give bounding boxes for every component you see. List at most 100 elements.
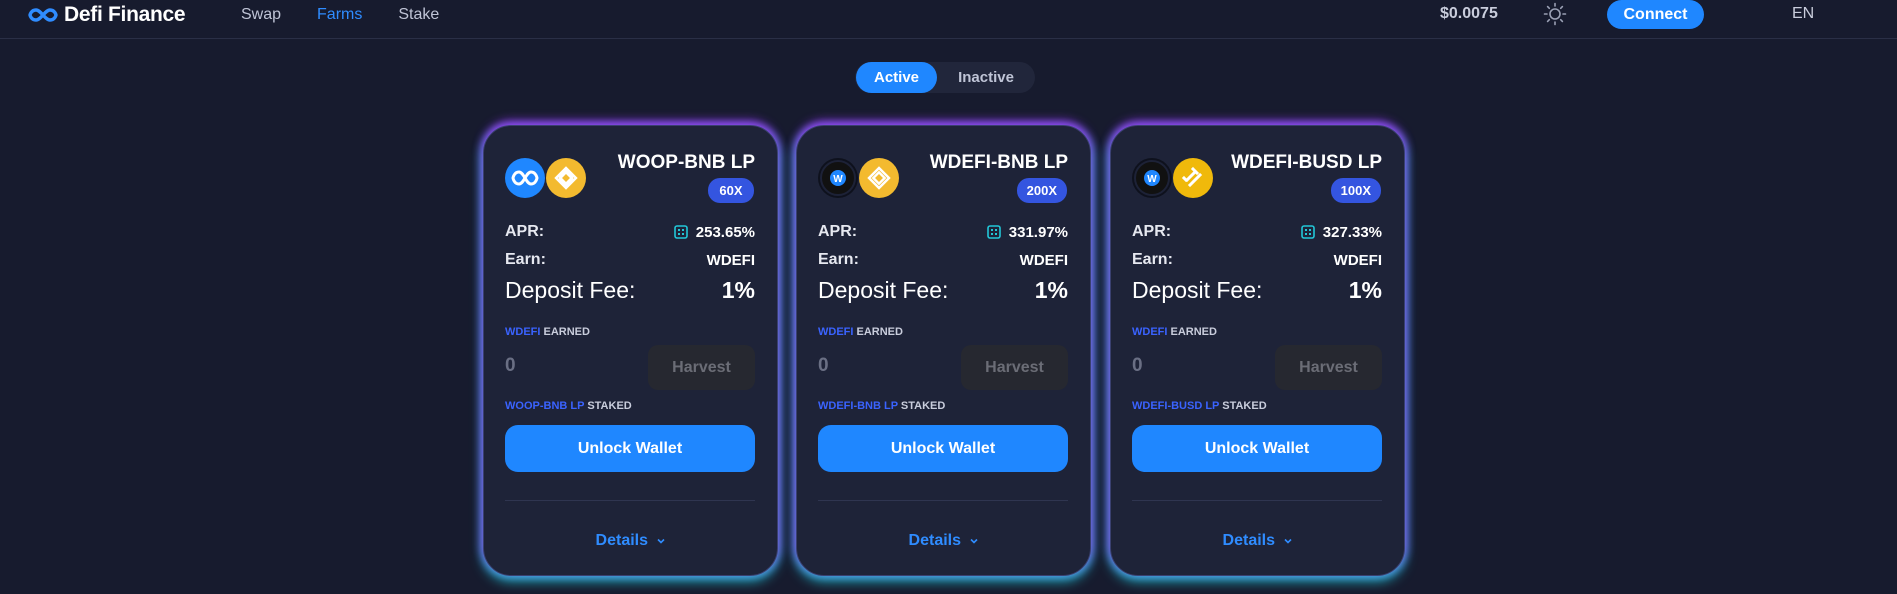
earn-label: Earn: bbox=[1132, 251, 1173, 268]
divider bbox=[818, 500, 1068, 501]
woop-infinity-icon bbox=[505, 158, 545, 198]
calculator-icon[interactable] bbox=[673, 225, 688, 239]
deposit-fee-row: Deposit Fee: 1% bbox=[818, 277, 1068, 304]
nav-farms[interactable]: Farms bbox=[317, 5, 362, 25]
deposit-fee-row: Deposit Fee: 1% bbox=[1132, 277, 1382, 304]
calculator-icon[interactable] bbox=[986, 225, 1001, 239]
deposit-fee-value: 1% bbox=[1348, 277, 1382, 303]
staked-label: WDEFI-BNB LP STAKED bbox=[818, 400, 945, 412]
nav-stake[interactable]: Stake bbox=[398, 5, 439, 25]
farm-pair-name: WDEFI-BUSD LP bbox=[1231, 152, 1382, 173]
earned-label: WDEFI EARNED bbox=[1132, 326, 1217, 338]
farm-pair-name: WDEFI-BNB LP bbox=[929, 152, 1068, 173]
harvest-button[interactable]: Harvest bbox=[1275, 345, 1382, 390]
deposit-fee-label: Deposit Fee: bbox=[818, 277, 949, 303]
deposit-fee-value: 1% bbox=[1034, 277, 1068, 303]
multiplier-badge: 60X bbox=[708, 178, 754, 203]
unlock-wallet-button[interactable]: Unlock Wallet bbox=[1132, 425, 1382, 472]
svg-text:W: W bbox=[1147, 174, 1157, 185]
details-label: Details bbox=[1222, 532, 1275, 549]
divider bbox=[505, 500, 755, 501]
staked-label: WDEFI-BUSD LP STAKED bbox=[1132, 400, 1267, 412]
staked-token: WDEFI-BNB LP bbox=[818, 400, 898, 412]
earned-token: WDEFI bbox=[818, 326, 854, 338]
earn-value: WDEFI bbox=[1019, 251, 1068, 269]
tab-inactive[interactable]: Inactive bbox=[939, 62, 1033, 93]
earned-label: WDEFI EARNED bbox=[505, 326, 590, 338]
apr-row: APR: 331.97% bbox=[818, 223, 1068, 241]
connect-button[interactable]: Connect bbox=[1607, 0, 1704, 29]
tab-active[interactable]: Active bbox=[856, 62, 937, 93]
theme-toggle[interactable] bbox=[1543, 2, 1567, 26]
apr-row: APR: 327.33% bbox=[1132, 223, 1382, 241]
earn-row: Earn: WDEFI bbox=[1132, 251, 1382, 269]
token-price: $0.0075 bbox=[1440, 5, 1498, 22]
logo-text: Defi Finance bbox=[64, 3, 186, 26]
earn-label: Earn: bbox=[818, 251, 859, 268]
deposit-fee-row: Deposit Fee: 1% bbox=[505, 277, 755, 304]
details-toggle[interactable]: Details bbox=[484, 532, 777, 550]
earned-suffix: EARNED bbox=[856, 326, 903, 338]
chevron-down-icon bbox=[1284, 538, 1293, 544]
chevron-down-icon bbox=[657, 538, 666, 544]
deposit-fee-label: Deposit Fee: bbox=[1132, 277, 1263, 303]
svg-text:W: W bbox=[833, 174, 843, 185]
apr-value: 327.33% bbox=[1322, 223, 1382, 241]
staked-label: WOOP-BNB LP STAKED bbox=[505, 400, 632, 412]
staked-suffix: STAKED bbox=[587, 400, 632, 412]
token-pair-icons: W bbox=[818, 158, 908, 200]
earn-value: WDEFI bbox=[1333, 251, 1382, 269]
details-label: Details bbox=[908, 532, 961, 549]
sun-icon bbox=[1543, 2, 1567, 26]
multiplier-badge: 100X bbox=[1330, 178, 1381, 203]
details-toggle[interactable]: Details bbox=[797, 532, 1090, 550]
details-toggle[interactable]: Details bbox=[1111, 532, 1404, 550]
earned-token: WDEFI bbox=[1132, 326, 1168, 338]
token-pair-icons: W bbox=[1132, 158, 1222, 200]
earned-token: WDEFI bbox=[505, 326, 541, 338]
language-selector[interactable]: EN bbox=[1792, 5, 1814, 23]
calculator-icon[interactable] bbox=[1300, 225, 1315, 239]
earned-suffix: EARNED bbox=[1170, 326, 1217, 338]
apr-label: APR: bbox=[818, 223, 858, 240]
deposit-fee-label: Deposit Fee: bbox=[505, 277, 636, 303]
bnb-icon bbox=[859, 158, 899, 198]
busd-icon bbox=[1173, 158, 1213, 198]
nav-swap[interactable]: Swap bbox=[241, 5, 281, 25]
earn-label: Earn: bbox=[505, 251, 546, 268]
apr-value: 253.65% bbox=[695, 223, 755, 241]
wdefi-icon: W bbox=[818, 158, 858, 198]
unlock-wallet-button[interactable]: Unlock Wallet bbox=[505, 425, 755, 472]
main-nav: Swap Farms Stake bbox=[241, 5, 475, 25]
farm-pair-name: WOOP-BNB LP bbox=[617, 152, 755, 173]
earned-suffix: EARNED bbox=[543, 326, 590, 338]
apr-label: APR: bbox=[1132, 223, 1172, 240]
top-navbar: Defi Finance Swap Farms Stake $0.0075 Co… bbox=[0, 0, 1897, 39]
earned-label: WDEFI EARNED bbox=[818, 326, 903, 338]
chevron-down-icon bbox=[970, 538, 979, 544]
farm-card: W WDEFI-BNB LP 200X APR: 331.97% Earn: W… bbox=[796, 125, 1091, 576]
wdefi-icon: W bbox=[1132, 158, 1172, 198]
divider bbox=[1132, 500, 1382, 501]
staked-token: WOOP-BNB LP bbox=[505, 400, 585, 412]
harvest-button[interactable]: Harvest bbox=[648, 345, 755, 390]
farm-card: WOOP-BNB LP 60X APR: 253.65% Earn: WDEFI… bbox=[483, 125, 778, 576]
staked-suffix: STAKED bbox=[1222, 400, 1267, 412]
harvest-button[interactable]: Harvest bbox=[961, 345, 1068, 390]
active-inactive-toggle: Active Inactive bbox=[855, 62, 1035, 93]
apr-label: APR: bbox=[505, 223, 545, 240]
apr-row: APR: 253.65% bbox=[505, 223, 755, 241]
earn-row: Earn: WDEFI bbox=[818, 251, 1068, 269]
logo[interactable]: Defi Finance bbox=[28, 3, 186, 27]
earned-value: 0 bbox=[818, 355, 829, 376]
unlock-wallet-button[interactable]: Unlock Wallet bbox=[818, 425, 1068, 472]
bnb-icon bbox=[546, 158, 586, 198]
infinity-logo-icon bbox=[28, 8, 58, 22]
token-pair-icons bbox=[505, 158, 595, 200]
deposit-fee-value: 1% bbox=[721, 277, 755, 303]
earned-value: 0 bbox=[1132, 355, 1143, 376]
earn-value: WDEFI bbox=[706, 251, 755, 269]
earned-value: 0 bbox=[505, 355, 516, 376]
staked-token: WDEFI-BUSD LP bbox=[1132, 400, 1220, 412]
earn-row: Earn: WDEFI bbox=[505, 251, 755, 269]
